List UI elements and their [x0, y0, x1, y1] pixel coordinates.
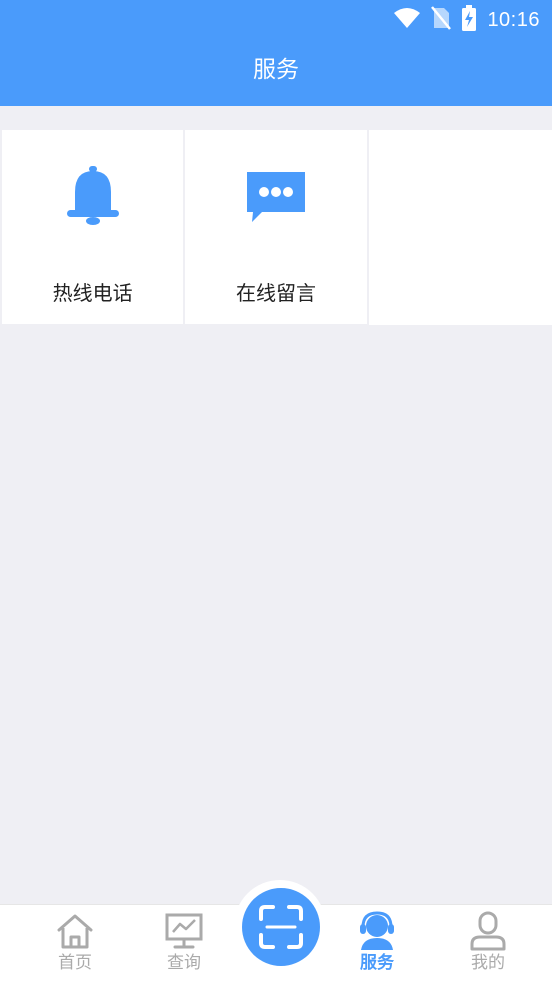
tab-mine-label: 我的 [471, 953, 505, 973]
status-bar: 10:16 [0, 0, 552, 40]
no-sim-icon [431, 6, 452, 34]
chat-bubble-icon [244, 164, 308, 228]
bell-icon [61, 164, 125, 228]
service-empty-cell [368, 130, 552, 325]
status-time: 10:16 [487, 8, 540, 31]
tab-home[interactable]: 首页 [25, 905, 125, 981]
service-hotline-label: 热线电话 [52, 281, 133, 305]
page-title: 服务 [253, 57, 299, 83]
service-message[interactable]: 在线留言 [185, 130, 367, 324]
scan-button[interactable] [242, 888, 320, 966]
service-message-label: 在线留言 [235, 281, 316, 305]
tab-mine[interactable]: 我的 [438, 905, 538, 981]
tab-service[interactable]: 服务 [327, 905, 427, 981]
wifi-icon [393, 7, 421, 33]
customer-service-icon [357, 911, 397, 951]
app-header: 10:16 服务 [0, 0, 552, 106]
user-icon [468, 911, 508, 951]
tab-service-label: 服务 [360, 953, 394, 973]
tab-query[interactable]: 查询 [134, 905, 234, 981]
status-icons: 10:16 [393, 5, 540, 35]
service-hotline[interactable]: 热线电话 [2, 130, 184, 324]
tab-query-label: 查询 [167, 953, 201, 973]
home-icon [55, 911, 95, 951]
battery-charging-icon [461, 5, 477, 35]
chart-icon [164, 911, 204, 951]
service-grid: 热线电话 在线留言 [2, 130, 552, 325]
tab-home-label: 首页 [58, 953, 92, 973]
